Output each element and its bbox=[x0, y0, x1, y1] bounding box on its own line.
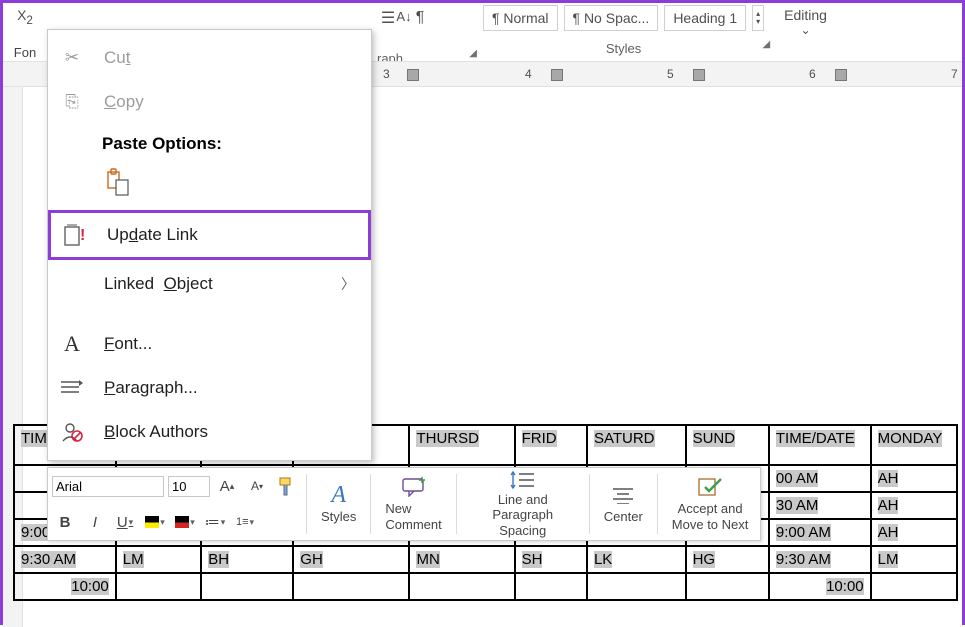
font-name-select[interactable] bbox=[52, 476, 164, 497]
highlighted-menu-item: ! Update Link bbox=[48, 210, 371, 260]
styles-gallery[interactable]: ¶ Normal ¶ No Spac... Heading 1 ▴▾ bbox=[475, 3, 772, 31]
menu-paragraph[interactable]: Paragraph... bbox=[48, 366, 371, 410]
line-spacing-button[interactable]: Line and ParagraphSpacing bbox=[463, 470, 583, 538]
copy-icon: ⎘ bbox=[58, 88, 86, 116]
paste-option-keep-source[interactable] bbox=[102, 166, 134, 198]
format-painter-icon[interactable] bbox=[274, 473, 300, 499]
paragraph-lines-icon bbox=[58, 374, 86, 402]
new-comment-button[interactable]: NewComment bbox=[377, 470, 449, 538]
accept-check-icon bbox=[696, 475, 724, 499]
italic-button[interactable]: I bbox=[82, 509, 108, 535]
clipboard-icon bbox=[105, 168, 131, 196]
block-authors-icon bbox=[58, 418, 86, 446]
menu-update-link[interactable]: ! Update Link bbox=[51, 213, 368, 257]
style-nospacing[interactable]: ¶ No Spac... bbox=[564, 5, 659, 31]
tabstop-icon bbox=[551, 69, 563, 81]
menu-linked-object[interactable]: Linked Object 〉 bbox=[48, 262, 371, 306]
center-align-icon bbox=[609, 483, 637, 507]
menu-block-authors[interactable]: Block Authors bbox=[48, 410, 371, 454]
tabstop-icon bbox=[835, 69, 847, 81]
menu-copy[interactable]: ⎘ Copy bbox=[48, 80, 371, 124]
svg-text:!: ! bbox=[80, 227, 85, 244]
document-area: ✂ Cut ⎘ Copy Paste Options: ! Update Lin… bbox=[3, 87, 962, 627]
decrease-font-icon[interactable]: A▾ bbox=[244, 473, 270, 499]
style-normal[interactable]: ¶ Normal bbox=[483, 5, 558, 31]
mini-toolbar: A▴ A▾ B I U▾ ▾ ▾ ≔▾ 1≡▾ A Styles bbox=[47, 467, 761, 541]
editing-group[interactable]: Editing ⌄ bbox=[772, 3, 839, 61]
styles-dialog-launcher-icon[interactable]: ◢ bbox=[762, 39, 770, 50]
font-a-icon: A bbox=[58, 330, 86, 358]
styles-expand-icon[interactable]: ▴▾ bbox=[752, 5, 764, 31]
menu-cut[interactable]: ✂ Cut bbox=[48, 36, 371, 80]
increase-font-icon[interactable]: A▴ bbox=[214, 473, 240, 499]
bold-button[interactable]: B bbox=[52, 509, 78, 535]
font-size-select[interactable] bbox=[168, 476, 210, 497]
scissors-icon: ✂ bbox=[58, 44, 86, 72]
sort-icon[interactable]: A↓ bbox=[393, 5, 415, 27]
style-heading1[interactable]: Heading 1 bbox=[664, 5, 746, 31]
styles-group-label: Styles◢ bbox=[475, 41, 772, 56]
highlight-button[interactable]: ▾ bbox=[142, 509, 168, 535]
font-group-label: Fon bbox=[14, 45, 36, 60]
accept-move-next-button[interactable]: Accept andMove to Next bbox=[664, 470, 757, 538]
numbering-button[interactable]: 1≡▾ bbox=[232, 509, 258, 535]
table-row: 9:30 AM LM BH GH MN SH LK HG 9:30 AM LM bbox=[14, 546, 957, 573]
tabstop-icon bbox=[693, 69, 705, 81]
new-comment-icon bbox=[400, 475, 428, 499]
paste-options-title: Paste Options: bbox=[48, 124, 371, 160]
underline-button[interactable]: U▾ bbox=[112, 509, 138, 535]
menu-font[interactable]: A Font... bbox=[48, 322, 371, 366]
context-menu: ✂ Cut ⎘ Copy Paste Options: ! Update Lin… bbox=[47, 29, 372, 461]
table-row: 10:00 10:00 bbox=[14, 573, 957, 600]
styles-a-icon: A bbox=[325, 483, 353, 507]
bullets-button[interactable]: ≔▾ bbox=[202, 509, 228, 535]
line-spacing-icon bbox=[509, 470, 537, 490]
chevron-right-icon: 〉 bbox=[341, 274, 355, 294]
styles-button[interactable]: A Styles bbox=[313, 470, 364, 538]
center-button[interactable]: Center bbox=[596, 470, 651, 538]
tabstop-icon bbox=[407, 69, 419, 81]
subscript-icon[interactable]: X2 bbox=[17, 7, 33, 27]
update-link-icon: ! bbox=[61, 221, 89, 249]
font-color-button[interactable]: ▾ bbox=[172, 509, 198, 535]
